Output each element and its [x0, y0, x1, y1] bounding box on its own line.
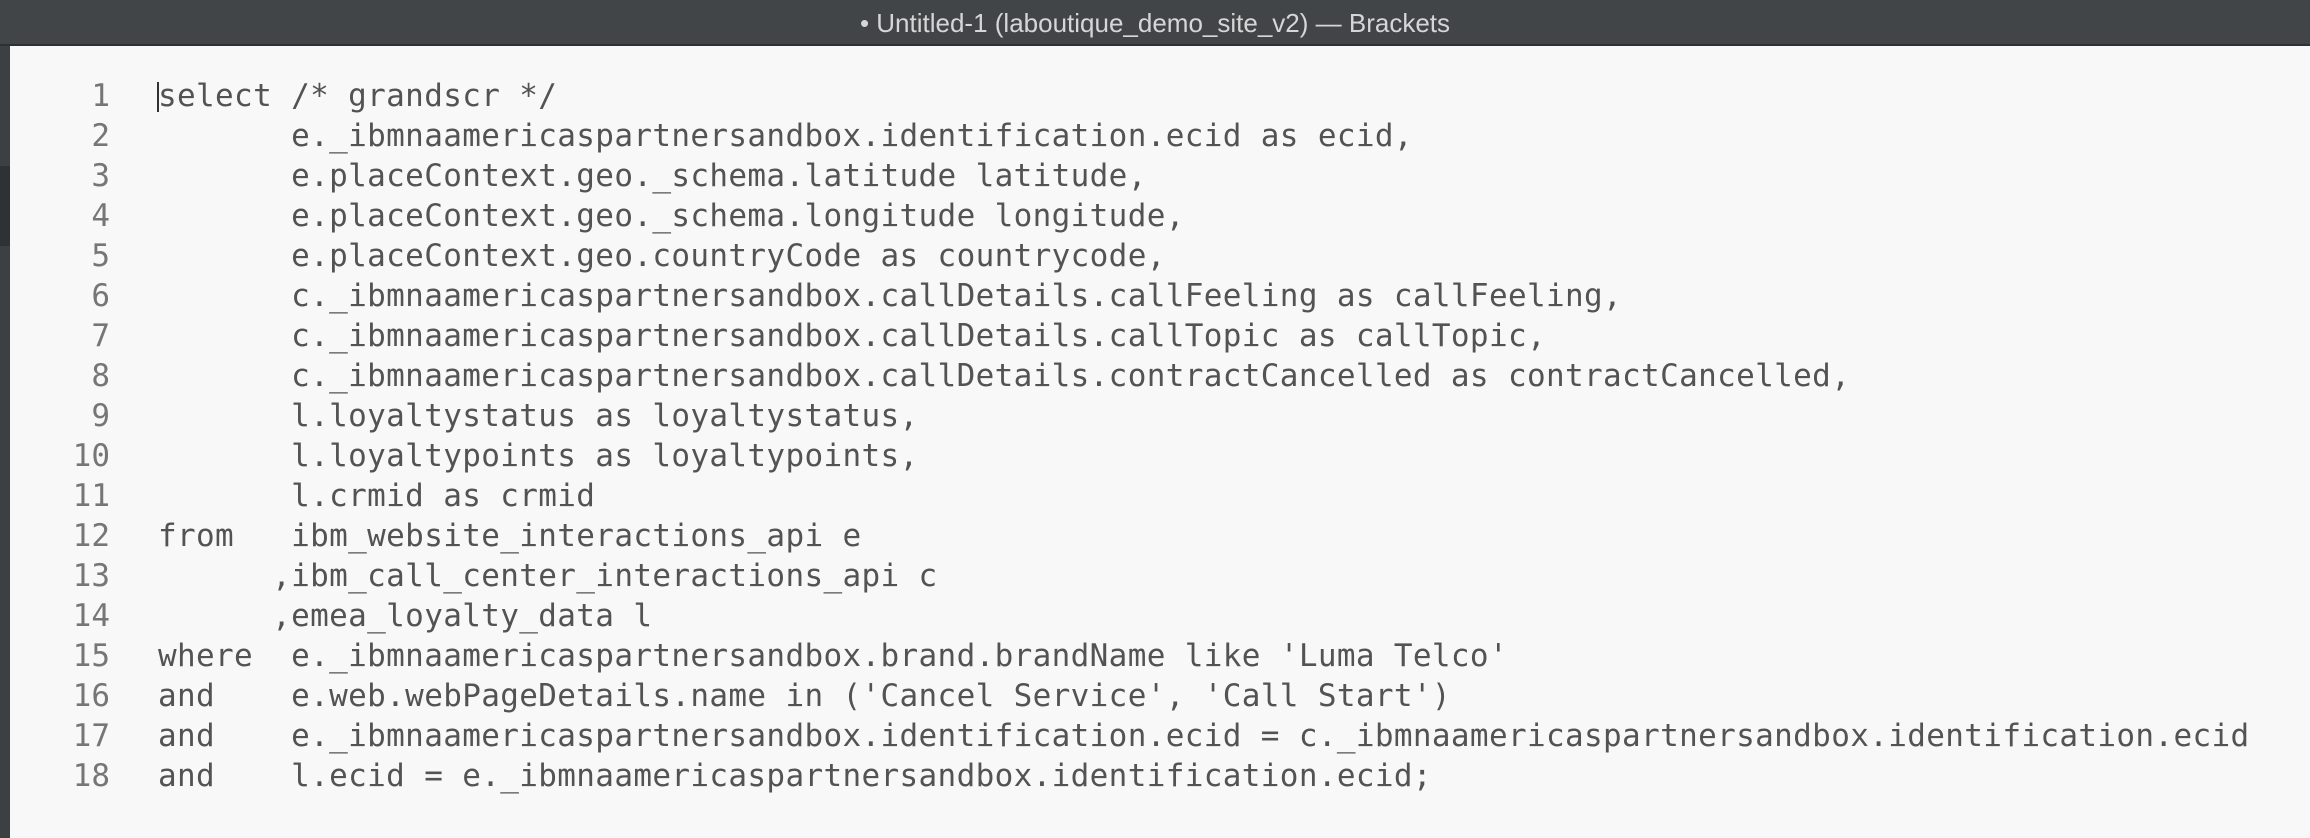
code-text[interactable]: e._ibmnaamericaspartnersandbox.identific… [158, 116, 1413, 156]
line-number: 2 [91, 118, 110, 154]
code-text[interactable]: e.placeContext.geo._schema.latitude lati… [158, 156, 1147, 196]
code-text[interactable]: and l.ecid = e._ibmnaamericaspartnersand… [158, 756, 1432, 796]
code-editor[interactable]: 1 select /* grandscr */2 e._ibmnaamericas… [10, 46, 2310, 838]
line-number: 10 [72, 438, 110, 474]
line-number: 11 [72, 478, 110, 514]
code-text[interactable]: e.placeContext.geo.countryCode as countr… [158, 236, 1166, 276]
code-line[interactable]: 10 l.loyaltypoints as loyaltypoints, [10, 436, 2310, 476]
code-line[interactable]: 11 l.crmid as crmid [10, 476, 2310, 516]
code-text[interactable]: l.crmid as crmid [158, 476, 595, 516]
code-text[interactable]: ,ibm_call_center_interactions_api c [158, 556, 938, 596]
code-text[interactable]: c._ibmnaamericaspartnersandbox.callDetai… [158, 356, 1850, 396]
code-text[interactable]: c._ibmnaamericaspartnersandbox.callDetai… [158, 276, 1622, 316]
line-number: 14 [72, 598, 110, 634]
code-line[interactable]: 4 e.placeContext.geo._schema.longitude l… [10, 196, 2310, 236]
code-line[interactable]: 12 from ibm_website_interactions_api e [10, 516, 2310, 556]
code-line[interactable]: 5 e.placeContext.geo.countryCode as coun… [10, 236, 2310, 276]
code-line[interactable]: 16 and e.web.webPageDetails.name in ('Can… [10, 676, 2310, 716]
code-text[interactable]: l.loyaltystatus as loyaltystatus, [158, 396, 919, 436]
line-number: 17 [72, 718, 110, 754]
line-number: 3 [91, 158, 110, 194]
sidebar-edge-mark [0, 166, 10, 246]
code-line[interactable]: 3 e.placeContext.geo._schema.latitude la… [10, 156, 2310, 196]
line-number: 16 [72, 678, 110, 714]
code-line[interactable]: 15 where e._ibmnaamericaspartnersandbox.b… [10, 636, 2310, 676]
code-text[interactable]: from ibm_website_interactions_api e [158, 516, 862, 556]
code-line[interactable]: 8 c._ibmnaamericaspartnersandbox.callDet… [10, 356, 2310, 396]
code-text[interactable]: and e._ibmnaamericaspartnersandbox.ident… [158, 716, 2250, 756]
code-text[interactable]: select /* grandscr */ [158, 76, 557, 116]
window-title: • Untitled-1 (laboutique_demo_site_v2) —… [859, 8, 1451, 38]
code-line[interactable]: 14 ,emea_loyalty_data l [10, 596, 2310, 636]
line-number: 5 [91, 238, 110, 274]
line-number: 8 [91, 358, 110, 394]
code-line[interactable]: 18 and l.ecid = e._ibmnaamericaspartnersa… [10, 756, 2310, 796]
code-text[interactable]: ,emea_loyalty_data l [158, 596, 652, 636]
code-text[interactable]: where e._ibmnaamericaspartnersandbox.bra… [158, 636, 1508, 676]
line-number: 15 [72, 638, 110, 674]
line-number: 4 [91, 198, 110, 234]
line-number: 7 [91, 318, 110, 354]
code-text[interactable]: e.placeContext.geo._schema.longitude lon… [158, 196, 1185, 236]
code-text[interactable]: l.loyaltypoints as loyaltypoints, [158, 436, 919, 476]
code-line[interactable]: 1 select /* grandscr */ [10, 76, 2310, 116]
line-number: 6 [91, 278, 110, 314]
line-number: 18 [72, 758, 110, 794]
line-number: 1 [91, 78, 110, 114]
sidebar-edge [0, 46, 10, 838]
code-line[interactable]: 17 and e._ibmnaamericaspartnersandbox.ide… [10, 716, 2310, 756]
code-text[interactable]: c._ibmnaamericaspartnersandbox.callDetai… [158, 316, 1546, 356]
title-bar[interactable]: • Untitled-1 (laboutique_demo_site_v2) —… [0, 0, 2310, 46]
code-area[interactable]: 1 select /* grandscr */2 e._ibmnaamericas… [10, 76, 2310, 796]
code-text[interactable]: and e.web.webPageDetails.name in ('Cance… [158, 676, 1451, 716]
code-line[interactable]: 6 c._ibmnaamericaspartnersandbox.callDet… [10, 276, 2310, 316]
code-line[interactable]: 13 ,ibm_call_center_interactions_api c [10, 556, 2310, 596]
code-line[interactable]: 2 e._ibmnaamericaspartnersandbox.identif… [10, 116, 2310, 156]
line-number: 12 [72, 518, 110, 554]
line-number: 9 [91, 398, 110, 434]
brackets-window: • Untitled-1 (laboutique_demo_site_v2) —… [0, 0, 2310, 838]
code-line[interactable]: 7 c._ibmnaamericaspartnersandbox.callDet… [10, 316, 2310, 356]
line-number: 13 [72, 558, 110, 594]
code-line[interactable]: 9 l.loyaltystatus as loyaltystatus, [10, 396, 2310, 436]
